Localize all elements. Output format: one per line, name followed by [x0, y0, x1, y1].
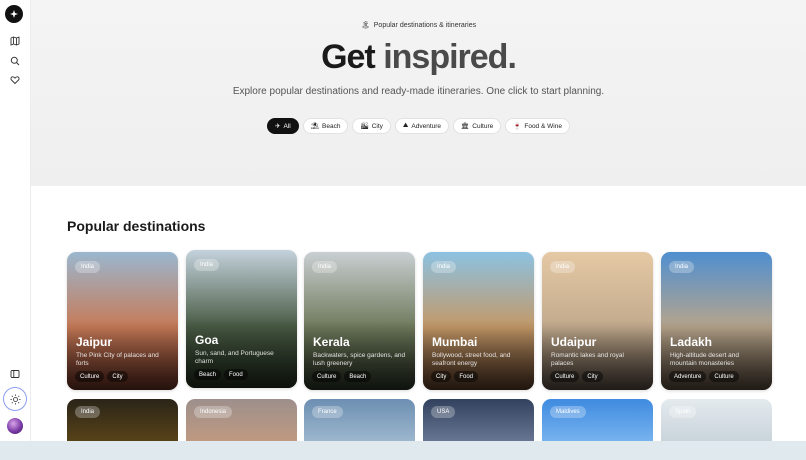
- tag: Culture: [709, 371, 739, 382]
- destination-description: High-altitude desert and mountain monast…: [670, 352, 740, 367]
- tag: Beach: [344, 371, 372, 382]
- palm-icon: 🏝: [360, 22, 370, 29]
- tag: City: [107, 371, 128, 382]
- destination-card-india[interactable]: India: [67, 399, 178, 441]
- destination-description: The Pink City of palaces and forts: [76, 352, 159, 367]
- filter-chip-adventure[interactable]: ⛰ Adventure: [394, 118, 450, 134]
- destination-description: Romantic lakes and royal palaces: [551, 352, 624, 367]
- country-badge: USA: [431, 406, 456, 418]
- chip-label: Culture: [472, 122, 494, 130]
- tag: Culture: [312, 371, 342, 382]
- bottom-strip: [0, 441, 806, 460]
- country-badge: Spain: [669, 406, 697, 418]
- filter-chips: ✈ All ⛱ Beach 🏙 City ⛰ Adventure 🏛 Culture 🍷 Food &…: [31, 118, 806, 134]
- tag: Adventure: [669, 371, 707, 382]
- tag: Culture: [75, 371, 105, 382]
- chip-icon: ⛰: [402, 122, 409, 129]
- chip-icon: ✈: [275, 123, 281, 130]
- sidebar: [0, 0, 31, 441]
- destination-card-france[interactable]: France: [304, 399, 415, 441]
- tag: City: [582, 371, 603, 382]
- destination-name: Jaipur: [76, 335, 113, 349]
- country-badge: Maldives: [550, 406, 586, 418]
- chip-label: Food & Wine: [524, 122, 562, 130]
- page-title: Get inspired.: [31, 38, 806, 77]
- eyebrow: 🏝 Popular destinations & itineraries: [31, 21, 806, 30]
- country-badge: India: [75, 261, 101, 273]
- filter-chip-food-wine[interactable]: 🍷 Food & Wine: [505, 118, 570, 134]
- logo-icon[interactable]: [5, 5, 23, 23]
- tag-list: Culture City: [75, 371, 128, 382]
- destination-name: Mumbai: [432, 335, 478, 349]
- panel-icon[interactable]: [5, 364, 25, 384]
- chip-label: Adventure: [411, 122, 442, 130]
- chip-icon: ⛱: [310, 123, 320, 130]
- chip-icon: 🏙: [360, 123, 369, 130]
- tag-list: Culture Beach: [312, 371, 372, 382]
- filter-chip-culture[interactable]: 🏛 Culture: [453, 118, 502, 134]
- destination-card-indonesia[interactable]: Indonesia: [186, 399, 297, 441]
- destination-description: Sun, sand, and Portuguese charm: [195, 350, 274, 365]
- tag-list: City Food: [431, 371, 479, 382]
- country-badge: India: [669, 261, 695, 273]
- destination-name: Ladakh: [670, 335, 713, 349]
- chip-label: Beach: [322, 122, 341, 130]
- destination-card-jaipur[interactable]: India Jaipur The Pink City of palaces and …: [67, 252, 178, 390]
- section-title: Popular destinations: [67, 218, 206, 234]
- destination-card-kerala[interactable]: India Kerala Backwaters, spice gardens, an…: [304, 252, 415, 390]
- destination-description: Bollywood, street food, and seafront ene…: [432, 352, 511, 367]
- destination-card-mumbai[interactable]: India Mumbai Bollywood, street food, and s…: [423, 252, 534, 390]
- eyebrow-label: Popular destinations & itineraries: [373, 21, 477, 29]
- tag-list: Adventure Culture: [669, 371, 739, 382]
- tag-list: Culture City: [550, 371, 603, 382]
- destination-name: Goa: [195, 333, 219, 347]
- title-part-1: Get: [321, 38, 384, 76]
- country-badge: India: [75, 406, 101, 418]
- tag: Food: [454, 371, 479, 382]
- map-icon[interactable]: [5, 31, 25, 51]
- tag-list: Beach Food: [194, 369, 248, 380]
- tag: Food: [224, 369, 248, 380]
- page-subtitle: Explore popular destinations and ready-m…: [232, 86, 605, 97]
- country-badge: France: [312, 406, 343, 418]
- country-badge: India: [431, 261, 457, 273]
- destination-card-spain[interactable]: Spain: [661, 399, 772, 441]
- destination-card-ladakh[interactable]: India Ladakh High-altitude desert and moun…: [661, 252, 772, 390]
- tag: City: [431, 371, 452, 382]
- destination-name: Kerala: [313, 335, 350, 349]
- hero-section: 🏝 Popular destinations & itineraries Get…: [31, 0, 806, 186]
- avatar[interactable]: [7, 418, 23, 434]
- chip-label: All: [283, 122, 291, 130]
- country-badge: India: [312, 261, 338, 273]
- destination-name: Udaipur: [551, 335, 597, 349]
- destination-card-udaipur[interactable]: India Udaipur Romantic lakes and royal pal…: [542, 252, 653, 390]
- filter-chip-beach[interactable]: ⛱ Beach: [302, 118, 349, 134]
- main-content: 🏝 Popular destinations & itineraries Get…: [31, 0, 806, 441]
- destination-description: Backwaters, spice gardens, and lush gree…: [313, 352, 406, 367]
- destination-card-goa[interactable]: India Goa Sun, sand, and Portuguese charm B…: [186, 250, 297, 388]
- destination-card-usa[interactable]: USA: [423, 399, 534, 441]
- heart-icon[interactable]: [5, 70, 25, 90]
- destination-card-maldives[interactable]: Maldives: [542, 399, 653, 441]
- title-part-2: inspired.: [383, 38, 517, 76]
- tag: Culture: [550, 371, 580, 382]
- chip-icon: 🍷: [513, 123, 522, 130]
- tag: Beach: [194, 369, 222, 380]
- country-badge: Indonesia: [194, 406, 233, 418]
- chip-icon: 🏛: [461, 123, 470, 130]
- filter-chip-all[interactable]: ✈ All: [267, 118, 299, 134]
- chip-label: City: [371, 122, 383, 130]
- country-badge: India: [550, 261, 576, 273]
- search-icon[interactable]: [5, 51, 25, 71]
- filter-chip-city[interactable]: 🏙 City: [352, 118, 391, 134]
- sun-icon[interactable]: [3, 387, 27, 411]
- country-badge: India: [194, 259, 220, 271]
